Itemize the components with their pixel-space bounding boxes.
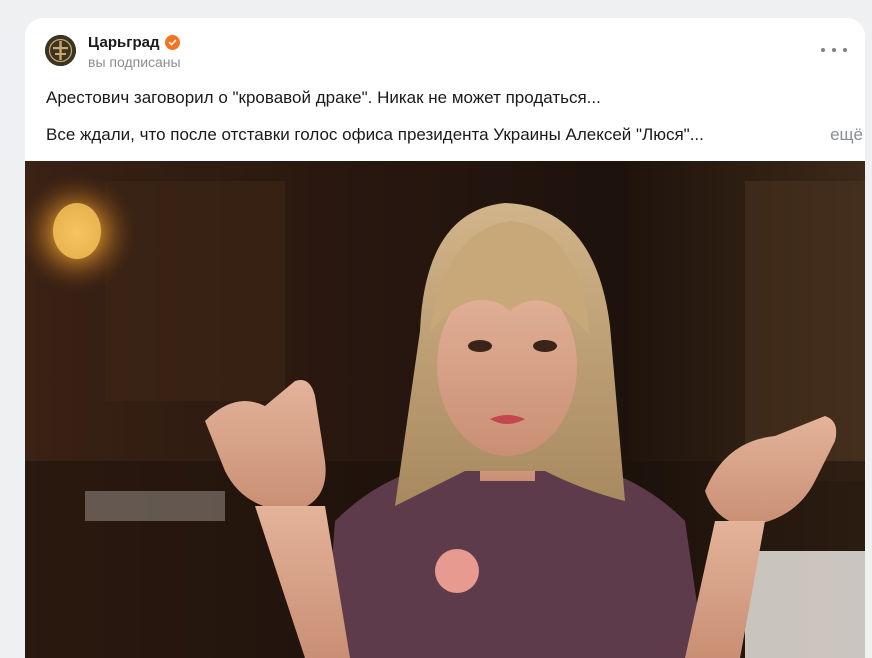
read-more-link[interactable]: ещё <box>830 125 863 145</box>
post-snippet[interactable]: Все ждали, что после отставки голос офис… <box>46 125 846 145</box>
post-image[interactable] <box>25 161 865 658</box>
feed-post-card[interactable]: Царьград вы подписаны Арестович заговори… <box>25 18 865 658</box>
more-dot <box>832 48 836 52</box>
more-horizontal-icon <box>821 48 825 52</box>
more-dot <box>843 48 847 52</box>
channel-name-label[interactable]: Царьград <box>88 34 160 51</box>
tsargrad-logo-icon <box>45 35 76 66</box>
verified-check-icon <box>164 35 180 50</box>
post-header: Царьград вы подписаны <box>45 34 847 74</box>
subscription-status: вы подписаны <box>88 54 181 70</box>
channel-avatar[interactable] <box>45 35 76 66</box>
more-options-button[interactable] <box>821 43 847 57</box>
post-title[interactable]: Арестович заговорил о "кровавой драке". … <box>46 88 601 108</box>
channel-name[interactable]: Царьград <box>88 34 180 51</box>
